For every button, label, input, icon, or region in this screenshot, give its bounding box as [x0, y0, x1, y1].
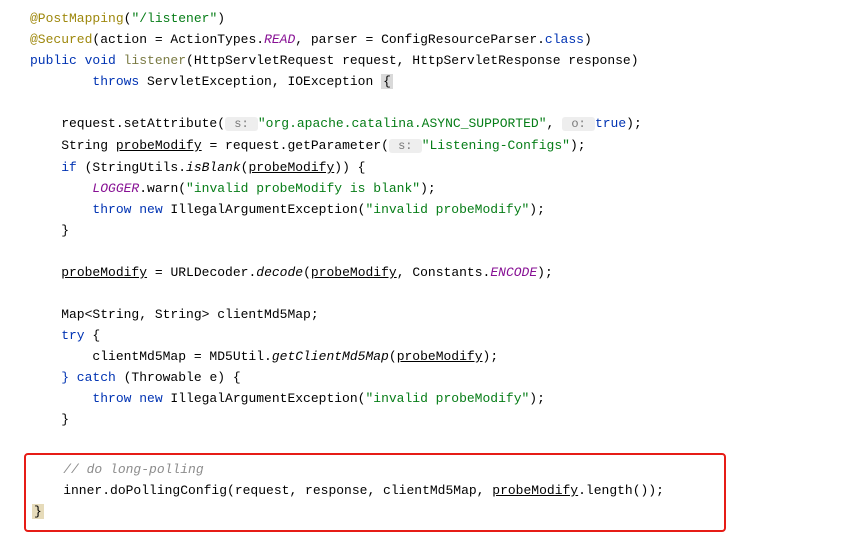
code-line-9: LOGGER.warn("invalid probeModify is blan… [30, 178, 846, 199]
code-line-16: try { [30, 325, 846, 346]
code-line-2: @Secured(action = ActionTypes.READ, pars… [30, 29, 846, 50]
code-line-3: public void listener(HttpServletRequest … [30, 50, 846, 71]
code-line-6: request.setAttribute( s: "org.apache.cat… [30, 113, 846, 135]
code-line-22: // do long-polling [30, 459, 720, 480]
code-line-blank-4 [30, 430, 846, 451]
code-line-blank-1 [30, 92, 846, 113]
code-line-8: if (StringUtils.isBlank(probeModify)) { [30, 157, 846, 178]
highlight-region: // do long-polling inner.doPollingConfig… [24, 453, 726, 532]
param-hint-s: s: [225, 117, 258, 131]
code-line-19: throw new IllegalArgumentException("inva… [30, 388, 846, 409]
brace-end-highlight-icon: } [32, 504, 44, 519]
code-line-blank-3 [30, 283, 846, 304]
code-line-17: clientMd5Map = MD5Util.getClientMd5Map(p… [30, 346, 846, 367]
brace-highlight-icon: { [381, 74, 393, 89]
code-line-13: probeModify = URLDecoder.decode(probeMod… [30, 262, 846, 283]
code-line-10: throw new IllegalArgumentException("inva… [30, 199, 846, 220]
code-line-15: Map<String, String> clientMd5Map; [30, 304, 846, 325]
code-line-blank-2 [30, 241, 846, 262]
param-hint-o: o: [562, 117, 595, 131]
code-line-1: @PostMapping("/listener") [30, 8, 846, 29]
param-hint-s2: s: [389, 139, 422, 153]
code-line-23: inner.doPollingConfig(request, response,… [30, 480, 720, 501]
code-line-7: String probeModify = request.getParamete… [30, 135, 846, 157]
code-line-4: throws ServletException, IOException { [30, 71, 846, 92]
code-line-20: } [30, 409, 846, 430]
code-editor[interactable]: @PostMapping("/listener") @Secured(actio… [30, 8, 846, 532]
code-line-24: } [30, 501, 720, 522]
code-line-11: } [30, 220, 846, 241]
code-line-18: } catch (Throwable e) { [30, 367, 846, 388]
